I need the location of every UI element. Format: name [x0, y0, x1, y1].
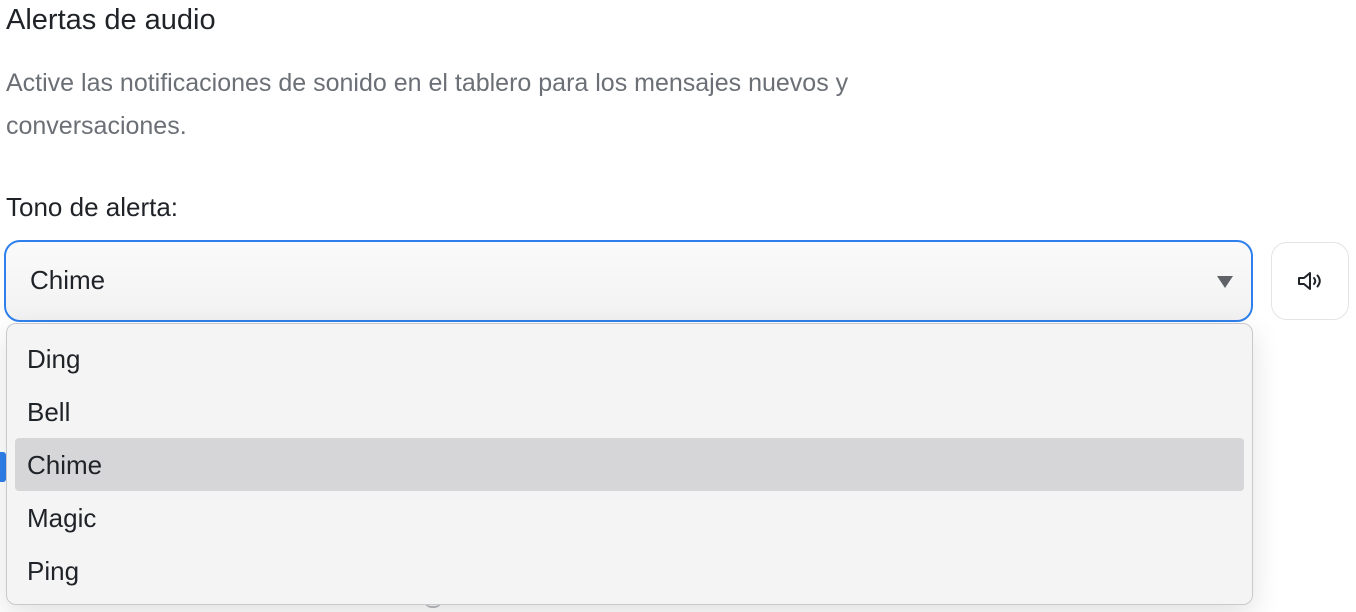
option-bell[interactable]: Bell — [15, 385, 1244, 438]
alert-tone-select[interactable]: Chime — [4, 240, 1253, 322]
alert-tone-selected-value: Chime — [30, 265, 106, 295]
option-chime[interactable]: Chime — [15, 438, 1244, 491]
caret-down-icon — [1217, 276, 1233, 288]
option-label: Ping — [27, 556, 80, 586]
speaker-icon — [1298, 272, 1321, 290]
option-label: Magic — [27, 503, 97, 533]
option-label: Chime — [27, 450, 103, 480]
alert-tone-dropdown: Ding Bell Chime Magic Ping — [6, 323, 1253, 605]
audio-alerts-settings: Alertas de audio Active las notificacion… — [0, 0, 1356, 612]
alert-tone-label: Tono de alerta: — [6, 192, 179, 222]
option-ping[interactable]: Ping — [15, 544, 1244, 597]
play-tone-button[interactable] — [1271, 242, 1349, 320]
section-title: Alertas de audio — [6, 4, 216, 36]
option-ding[interactable]: Ding — [15, 332, 1244, 385]
option-magic[interactable]: Magic — [15, 491, 1244, 544]
option-label: Bell — [27, 397, 71, 427]
option-label: Ding — [27, 344, 81, 374]
section-description: Active las notificaciones de sonido en e… — [6, 69, 849, 140]
